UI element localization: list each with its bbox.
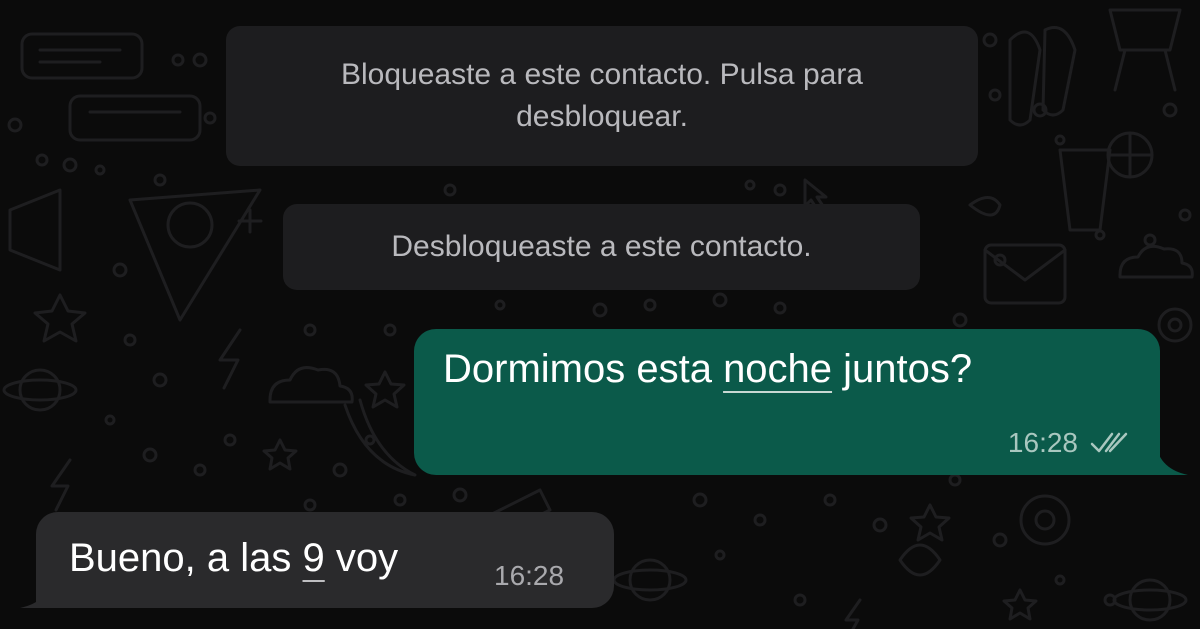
message-meta: 16:28 — [1008, 427, 1132, 459]
message-time: 16:28 — [494, 560, 565, 591]
notice-text: Desbloqueaste a este contacto. — [391, 230, 812, 263]
blocked-contact-notice[interactable]: Bloqueaste a este contacto. Pulsa para d… — [226, 26, 978, 166]
message-text-part: juntos? — [832, 347, 973, 391]
time-link[interactable]: 9 — [303, 536, 325, 580]
message-text-part: Bueno, a las — [69, 536, 303, 580]
incoming-message[interactable]: Bueno, a las 9 voy 16:28 — [36, 512, 614, 608]
outgoing-message[interactable]: Dormimos esta noche juntos? 16:28 — [414, 329, 1160, 475]
notice-line-2: desbloquear. — [516, 100, 688, 133]
message-text: Bueno, a las 9 voy — [69, 536, 398, 581]
unblocked-contact-notice: Desbloqueaste a este contacto. — [283, 204, 920, 290]
message-text-part: Dormimos esta — [443, 347, 724, 391]
double-check-icon — [1090, 432, 1128, 453]
chat-window: Bloqueaste a este contacto. Pulsa para d… — [0, 0, 1200, 629]
date-link[interactable]: noche — [723, 347, 832, 391]
message-text-part: voy — [324, 536, 399, 580]
message-time: 16:28 — [1007, 427, 1078, 458]
message-text: Dormimos esta noche juntos? — [443, 347, 972, 392]
notice-line-1: Bloqueaste a este contacto. Pulsa para — [340, 58, 863, 91]
